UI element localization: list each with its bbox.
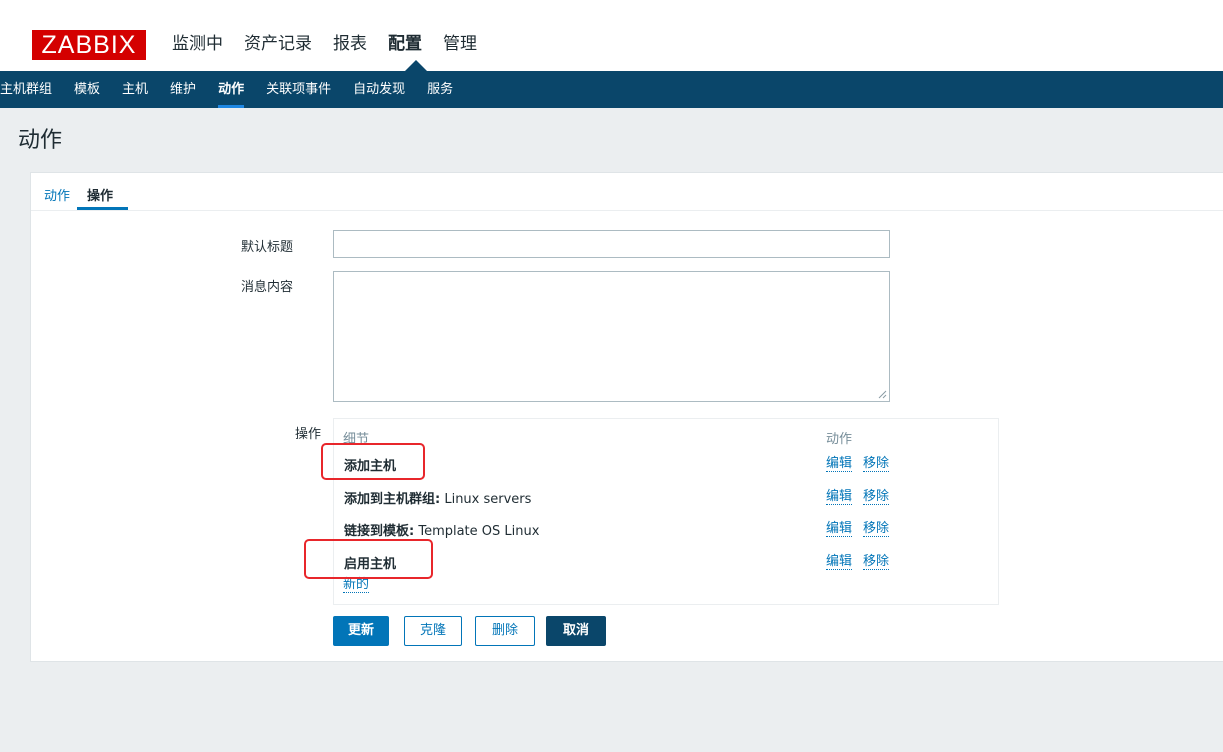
- main-menu: 监测中 资产记录 报表 配置 管理: [172, 31, 498, 57]
- operation-detail: Template OS Linux: [414, 524, 540, 539]
- action-column-header: 动作: [826, 432, 853, 447]
- edit-operation-link[interactable]: 编辑: [826, 489, 853, 505]
- default-subject-label: 默认标题: [240, 240, 293, 255]
- tab-action[interactable]: 动作: [44, 185, 70, 204]
- sub-menu: 主机群组 模板 主机 维护 动作 关联项事件 自动发现 服务: [0, 71, 1223, 108]
- delete-button[interactable]: 删除: [475, 616, 535, 646]
- tab-operations[interactable]: 操作: [76, 185, 129, 210]
- main-menu-inventory[interactable]: 资产记录: [244, 31, 312, 57]
- page-title: 动作: [18, 128, 63, 153]
- operations-label: 操作: [294, 427, 321, 442]
- main-menu-reports[interactable]: 报表: [333, 31, 367, 57]
- remove-operation-link[interactable]: 移除: [863, 456, 890, 472]
- remove-operation-link[interactable]: 移除: [863, 489, 890, 505]
- tab-bar: 动作 操作: [31, 173, 1223, 211]
- top-header: ZABBIX 监测中 资产记录 报表 配置 管理: [0, 0, 1223, 71]
- main-menu-administration[interactable]: 管理: [443, 31, 477, 57]
- clone-button[interactable]: 克隆: [404, 616, 462, 646]
- operation-row: 添加到主机群组: Linux servers: [344, 488, 531, 507]
- zabbix-logo[interactable]: ZABBIX: [32, 30, 146, 60]
- message-label: 消息内容: [240, 280, 293, 295]
- edit-operation-link[interactable]: 编辑: [826, 521, 853, 537]
- sub-menu-templates[interactable]: 模板: [74, 71, 100, 108]
- update-button[interactable]: 更新: [333, 616, 389, 646]
- main-menu-monitoring[interactable]: 监测中: [172, 31, 223, 57]
- sub-menu-discovery[interactable]: 自动发现: [353, 71, 405, 108]
- sub-menu-host-groups[interactable]: 主机群组: [0, 71, 52, 108]
- sub-menu-event-correlation[interactable]: 关联项事件: [266, 71, 331, 108]
- highlight-box: [321, 443, 425, 480]
- operations-table: 细节 动作 添加主机 编辑 移除 添加到主机群组: Linux servers …: [333, 418, 999, 605]
- selected-menu-caret-icon: [405, 60, 427, 71]
- sub-menu-hosts[interactable]: 主机: [122, 71, 148, 108]
- edit-operation-link[interactable]: 编辑: [826, 554, 853, 570]
- sub-menu-actions[interactable]: 动作: [218, 71, 245, 108]
- operation-type: 添加到主机群组:: [344, 492, 441, 507]
- sub-menu-services[interactable]: 服务: [427, 71, 453, 108]
- highlight-box: [304, 539, 433, 579]
- main-menu-configuration[interactable]: 配置: [388, 31, 422, 57]
- new-operation-link[interactable]: 新的: [343, 577, 370, 593]
- sub-menu-maintenance[interactable]: 维护: [170, 71, 196, 108]
- operation-row: 链接到模板: Template OS Linux: [344, 520, 539, 539]
- operation-detail: Linux servers: [440, 492, 532, 507]
- remove-operation-link[interactable]: 移除: [863, 521, 890, 537]
- default-subject-input[interactable]: [333, 230, 890, 258]
- remove-operation-link[interactable]: 移除: [863, 554, 890, 570]
- edit-operation-link[interactable]: 编辑: [826, 456, 853, 472]
- message-textarea[interactable]: [333, 271, 890, 402]
- form-panel: 动作 操作 默认标题 消息内容 操作 细节 动作 添加主机 编辑 移除 添加到主…: [30, 172, 1223, 662]
- operation-type: 链接到模板:: [344, 524, 415, 539]
- cancel-button[interactable]: 取消: [546, 616, 606, 646]
- resize-grip-icon[interactable]: [878, 390, 887, 399]
